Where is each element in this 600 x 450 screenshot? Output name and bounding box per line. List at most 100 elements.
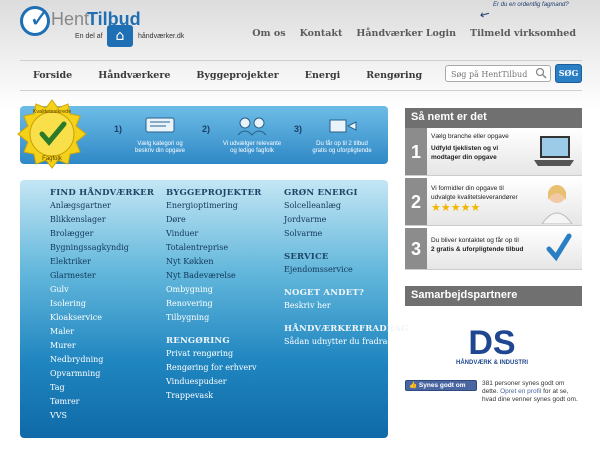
how-step-3: 3 Du bliver kontaktet og får op til 2 gr… — [405, 228, 582, 270]
step-text: Vælg branche eller opgave — [431, 133, 509, 140]
facebook-like-button[interactable]: 👍 Synes godt om — [405, 380, 477, 391]
category-link[interactable]: Kloakservice — [50, 311, 154, 325]
main-nav: Forside Håndværkere Byggeprojekter Energ… — [20, 64, 582, 86]
category-link[interactable]: Sådan udnytter du fradrag — [284, 335, 408, 349]
category-link[interactable]: Gulv — [50, 283, 154, 297]
category-column-find: FIND HÅNDVÆRKER Anlægsgartner Blikkensla… — [50, 188, 154, 423]
category-link[interactable]: Trappevask — [166, 389, 262, 403]
category-link[interactable]: Døre — [166, 213, 262, 227]
category-link[interactable]: Nyt Badeværelse — [166, 269, 262, 283]
seal-top-label: Kvalitetssikrede — [33, 109, 72, 115]
category-heading: RENGØRING — [166, 336, 230, 346]
nav-forside[interactable]: Forside — [33, 70, 72, 81]
create-profile-link[interactable]: Opret en profil — [500, 388, 541, 395]
category-link[interactable]: Tilbygning — [166, 311, 262, 325]
step-text: og ledige fagfolk — [230, 148, 274, 154]
svg-text:HÅNDVÆRK & INDUSTRI: HÅNDVÆRK & INDUSTRI — [456, 359, 528, 366]
step-text: Vi formidler din opgave til — [431, 185, 504, 192]
category-column-energy: GRØN ENERGI Solcelleanlæg Jordvarme Solv… — [284, 188, 408, 349]
search-button[interactable]: SØG — [555, 64, 582, 83]
category-link[interactable]: Solvarme — [284, 227, 408, 241]
step-text: gratis og uforpligtende — [312, 148, 372, 154]
category-link[interactable]: Vinduer — [166, 227, 262, 241]
offer-illustration-icon — [329, 119, 357, 133]
topnav-about[interactable]: Om os — [252, 28, 285, 39]
divider — [20, 60, 582, 61]
checkmark-icon — [546, 233, 572, 262]
category-heading: BYGGEPROJEKTER — [166, 188, 262, 198]
nav-energi[interactable]: Energi — [305, 70, 340, 81]
craftsman-note[interactable]: Er du en ordentlig fagmand? — [493, 2, 569, 8]
step-text: 2 gratis & uforpligtende tilbud — [431, 246, 524, 253]
step-text: Udfyld tjeklisten og vi — [431, 145, 499, 152]
category-link[interactable]: Beskriv her — [284, 299, 408, 313]
category-link[interactable]: Anlægsgartner — [50, 199, 154, 213]
house-icon[interactable]: ⌂ — [107, 25, 133, 47]
form-illustration-icon — [145, 117, 175, 133]
category-link[interactable]: Energioptimering — [166, 199, 262, 213]
category-heading: SERVICE — [284, 252, 329, 262]
how-it-works-heading: Så nemt er det — [405, 108, 582, 128]
step-text: Vælg kategori og — [137, 141, 183, 147]
nav-rengoering[interactable]: Rengøring — [366, 70, 422, 81]
topnav-signup[interactable]: Tilmeld virksomhed — [470, 28, 576, 39]
category-link[interactable]: Privat rengøring — [166, 347, 262, 361]
category-link[interactable]: Tag — [50, 381, 154, 395]
arrow-icon: ↙ — [477, 5, 493, 23]
nav-haandvaerkere[interactable]: Håndværkere — [98, 70, 170, 81]
category-link[interactable]: Jordvarme — [284, 213, 408, 227]
people-illustration-icon — [237, 117, 267, 136]
seal-bottom-label: Fagfolk — [42, 156, 63, 162]
facebook-like-text: 381 personer synes godt om dette. Opret … — [482, 380, 582, 404]
step-text: beskriv din opgave — [134, 148, 186, 154]
step-text: Du bliver kontaktet og får op til — [431, 237, 519, 244]
part-of-label: En del af — [75, 33, 103, 40]
partners-heading: Samarbejdspartnere — [405, 286, 582, 306]
topnav-contact[interactable]: Kontakt — [300, 28, 343, 39]
category-link[interactable]: Rengøring for erhverv — [166, 361, 262, 375]
category-link[interactable]: Brolægger — [50, 227, 154, 241]
category-link[interactable]: Tømrer — [50, 395, 154, 409]
laptop-icon — [534, 136, 574, 166]
nav-byggeprojekter[interactable]: Byggeprojekter — [196, 70, 278, 81]
topnav-login[interactable]: Håndværker Login — [356, 28, 456, 39]
category-link[interactable]: Isolering — [50, 297, 154, 311]
category-link[interactable]: Nyt Køkken — [166, 255, 262, 269]
step-number: 2 — [405, 178, 427, 225]
ds-partner-logo[interactable]: DS HÅNDVÆRK & INDUSTRI — [436, 322, 548, 366]
category-heading: FIND HÅNDVÆRKER — [50, 188, 155, 198]
step-3: 3) Du får op til 2 tilbud gratis og uforp… — [294, 116, 382, 155]
category-link[interactable]: VVS — [50, 409, 154, 423]
category-link[interactable]: Ejendomsservice — [284, 263, 408, 277]
logo-hent: Hent — [51, 9, 90, 29]
category-link[interactable]: Vinduespudser — [166, 375, 262, 389]
category-link[interactable]: Ombygning — [166, 283, 262, 297]
partner-site-link[interactable]: håndværker.dk — [138, 33, 184, 40]
category-link[interactable]: Renovering — [166, 297, 262, 311]
step-number: 2) — [202, 124, 211, 134]
top-nav: Om os Kontakt Håndværker Login Tilmeld v… — [252, 28, 576, 39]
category-link[interactable]: Glarmester — [50, 269, 154, 283]
category-column-projects: BYGGEPROJEKTER Energioptimering Døre Vin… — [166, 188, 262, 403]
category-link[interactable]: Elektriker — [50, 255, 154, 269]
step-number: 3 — [405, 228, 427, 269]
how-step-2: 2 Vi formidler din opgave til udvalgte k… — [405, 178, 582, 226]
category-link[interactable]: Opvarmning — [50, 367, 154, 381]
category-link[interactable]: Murer — [50, 339, 154, 353]
step-number: 1) — [114, 124, 123, 134]
step-text: Du får op til 2 tilbud — [316, 141, 368, 147]
svg-text:DS: DS — [468, 324, 515, 362]
thumbs-up-icon: 👍 — [409, 382, 418, 389]
category-link[interactable]: Maler — [50, 325, 154, 339]
quality-seal-icon: Kvalitetssikrede Fagfolk — [17, 99, 87, 169]
category-link[interactable]: Blikkenslager — [50, 213, 154, 227]
category-link[interactable]: Totalentreprise — [166, 241, 262, 255]
step-text: Vi udvælger relevante — [222, 141, 282, 147]
step-2: 2) Vi udvælger relevante og ledige fagfol… — [202, 116, 294, 155]
step-number: 3) — [294, 124, 303, 134]
checkmark-icon: ✓ — [29, 4, 51, 34]
divider — [20, 90, 582, 91]
category-link[interactable]: Bygningssagkyndig — [50, 241, 154, 255]
category-link[interactable]: Nedbrydning — [50, 353, 154, 367]
category-link[interactable]: Solcelleanlæg — [284, 199, 408, 213]
